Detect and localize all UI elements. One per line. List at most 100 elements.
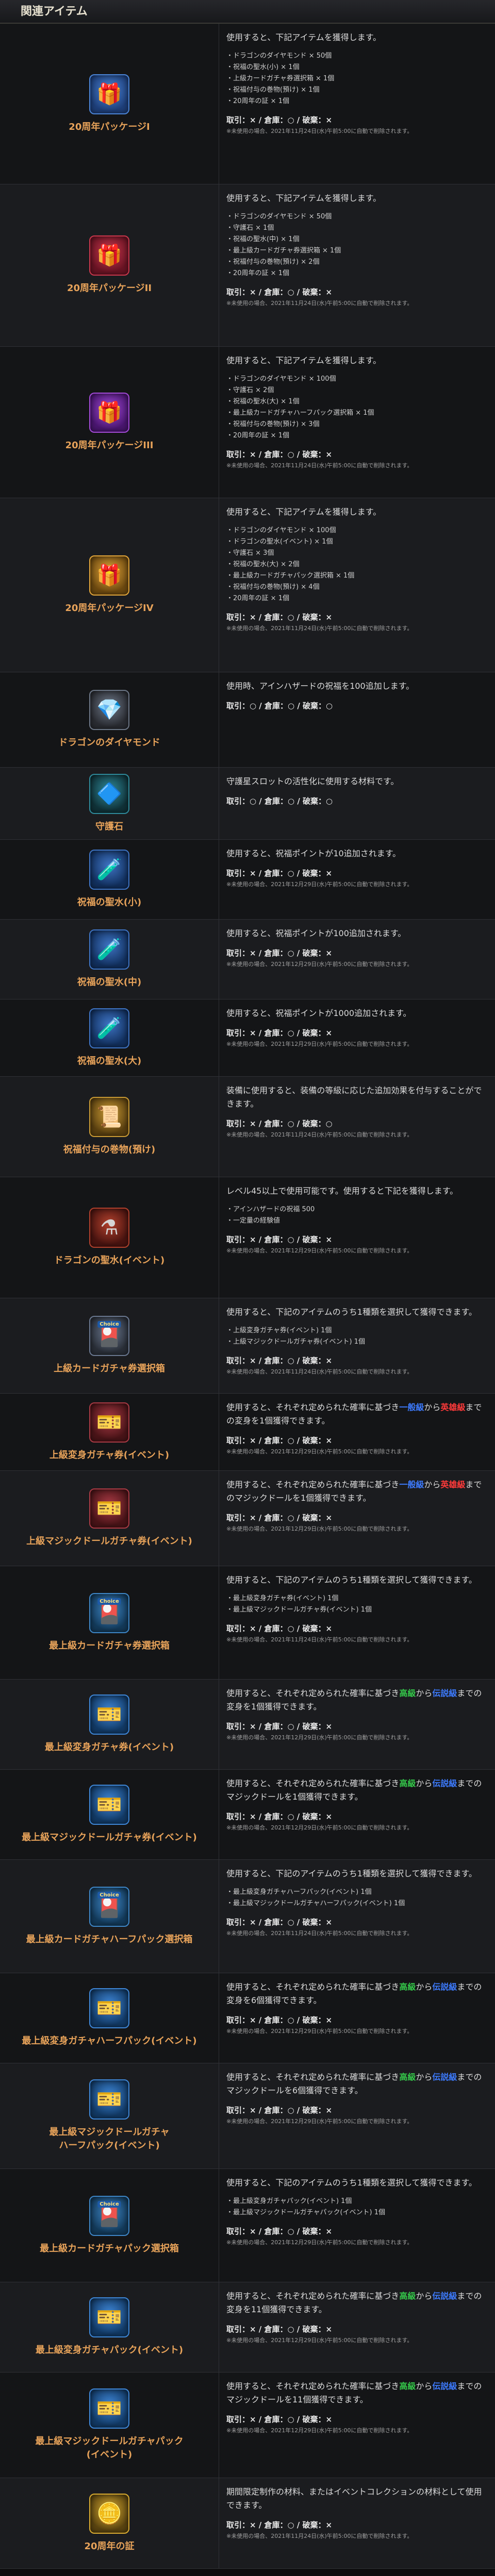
grade-highlight: 高級 <box>399 2381 416 2391</box>
grade-highlight: 英雄級 <box>440 1402 466 1412</box>
item-description: 使用すると、下記アイテムを獲得します。 <box>226 354 488 367</box>
guardian-stone-icon: 🔷 <box>89 773 129 814</box>
item-row: Choice 🎴 最上級カードガチャハーフパック選択箱 使用すると、下記のアイテムのう… <box>0 1860 495 1973</box>
item-detail-cell: 使用すると、それぞれ定められた確率に基づき高級から伝説級までのマジックドールを1… <box>219 2372 495 2478</box>
item-name: 20周年の証 <box>84 2540 135 2552</box>
item-description: 使用時、アインハザードの祝福を100追加します。 <box>226 680 488 693</box>
item-contents-list: ・ドラゴンのダイヤモンド × 50個 ・祝福の聖水(小) × 1個 ・上級カードガチ… <box>226 50 488 107</box>
item-row: 🎁 20周年パッケージII 使用すると、下記アイテムを獲得します。 ・ドラゴンのダイヤ… <box>0 184 495 347</box>
item-row: Choice 🎴 最上級カードガチャ券選択箱 使用すると、下記のアイテムのうち1種類を… <box>0 1566 495 1680</box>
item-description: 使用すると、祝福ポイントが10追加されます。 <box>226 847 488 860</box>
description-text: 使用すると、下記アイテムを獲得します。 <box>226 355 382 365</box>
dragon-holy-water-icon: ⚗ <box>89 1208 129 1248</box>
expiry-note: ※未使用の場合、2021年12月29日(水)午前5:00に自動で削除されます。 <box>226 1526 413 1532</box>
item-glyph: 🧪 <box>96 858 122 882</box>
item-detail-cell: 守護星スロットの活性化に使用する材料です。 取引：○ / 倉庫：○ / 破棄：○ <box>219 768 495 839</box>
trade-status: 取引：× / 倉庫：○ / 破棄：× <box>226 1918 333 1927</box>
trade-status: 取引：× / 倉庫：○ / 破棄：× <box>226 115 333 125</box>
item-detail-cell: 使用すると、下記アイテムを獲得します。 ・ドラゴンのダイヤモンド × 100個 ・ド… <box>219 498 495 672</box>
expiry-note: ※未使用の場合、2021年11月24日(水)午前5:00に自動で削除されます。 <box>226 1930 413 1937</box>
item-glyph: 🎴 <box>96 2204 122 2228</box>
item-glyph: 🎫 <box>96 2088 122 2111</box>
list-item: ・祝福付与の巻物(預け) × 1個 <box>226 86 320 94</box>
trade-status: 取引：× / 倉庫：○ / 破棄：× <box>226 287 333 297</box>
item-contents-list: ・ドラゴンのダイヤモンド × 100個 ・守護石 × 2個 ・祝福の聖水(大) × … <box>226 374 488 442</box>
list-item: ・20周年の証 × 1個 <box>226 269 289 277</box>
list-item: ・アインハザードの祝福 500 <box>226 1206 315 1213</box>
item-icon-cell: 🎫 最上級変身ガチャハーフパック(イベント) <box>0 1973 219 2063</box>
grade-highlight: 高級 <box>399 1688 416 1698</box>
item-description: 使用すると、下記のアイテムのうち1種類を選択して獲得できます。 <box>226 1306 488 1319</box>
top-card-gacha-select-box-icon: Choice 🎴 <box>89 1592 129 1633</box>
top-magic-doll-gacha-pack-icon: 🎫 <box>89 2388 129 2429</box>
top-transform-gacha-ticket-icon: 🎫 <box>89 1694 129 1735</box>
item-icon-cell: 🔷 守護石 <box>0 768 219 839</box>
list-item: ・20周年の証 × 1個 <box>226 97 289 105</box>
item-icon-cell: 🎁 20周年パッケージI <box>0 24 219 184</box>
item-contents-list: ・ドラゴンのダイヤモンド × 50個 ・守護石 × 1個 ・祝福の聖水(中) × 1… <box>226 211 488 279</box>
item-icon-cell: Choice 🎴 最上級カードガチャ券選択箱 <box>0 1566 219 1679</box>
item-icon-cell: 🎫 最上級変身ガチャ券(イベント) <box>0 1680 219 1769</box>
item-glyph: 🎫 <box>96 2306 122 2329</box>
item-glyph: 🎴 <box>96 1894 122 1919</box>
trade-status: 取引：× / 倉庫：○ / 破棄：× <box>226 2520 333 2530</box>
item-contents-list: ・アインハザードの祝福 500 ・一定量の経験値 <box>226 1204 488 1227</box>
description-text: から <box>416 1688 433 1698</box>
expiry-note: ※未使用の場合、2021年11月24日(水)午前5:00に自動で削除されます。 <box>226 1131 413 1138</box>
gift-box-gold-icon: 🎁 <box>89 555 129 596</box>
item-description: 使用すると、それぞれ定められた確率に基づき高級から伝説級までのマジックドールを1… <box>226 2380 488 2406</box>
list-item: ・最上級変身ガチャハーフパック(イベント) 1個 <box>226 1888 372 1896</box>
grade-highlight: 伝説級 <box>432 2381 457 2391</box>
item-row: Choice 🎴 最上級カードガチャパック選択箱 使用すると、下記のアイテムのうち1種… <box>0 2169 495 2282</box>
item-name: 20周年パッケージII <box>67 283 152 294</box>
item-row: 🪙 20周年の証 期間限定制作の材料、またはイベントコレクションの材料として使用でき… <box>0 2478 495 2569</box>
description-text: 使用すると、それぞれ定められた確率に基づき <box>226 2072 400 2082</box>
grade-highlight: 高級 <box>399 2291 416 2301</box>
trade-status: 取引：× / 倉庫：○ / 破棄：× <box>226 1812 333 1821</box>
list-item: ・ドラゴンのダイヤモンド × 50個 <box>226 52 332 60</box>
trade-status: 取引：× / 倉庫：○ / 破棄：× <box>226 2015 333 2025</box>
trade-status: 取引：× / 倉庫：○ / 破棄：× <box>226 613 333 622</box>
transform-gacha-ticket-red-icon: 🎫 <box>89 1402 129 1443</box>
item-detail-cell: 使用すると、下記のアイテムのうち1種類を選択して獲得できます。 ・上級変身ガチャ券… <box>219 1298 495 1393</box>
list-item: ・最上級マジックドールガチャ券(イベント) 1個 <box>226 1606 372 1614</box>
expiry-note: ※未使用の場合、2021年12月29日(水)午前5:00に自動で削除されます。 <box>226 881 413 888</box>
top-card-gacha-half-pack-select-box-icon: Choice 🎴 <box>89 1886 129 1927</box>
description-text: 使用すると、下記のアイテムのうち1種類を選択して獲得できます。 <box>226 2178 477 2188</box>
description-text: 使用すると、それぞれ定められた確率に基づき <box>226 1982 400 1992</box>
item-detail-cell: 使用すると、下記アイテムを獲得します。・ドラゴンのダイヤモンド × 100個 ・守… <box>219 347 495 498</box>
grade-highlight: 伝説級 <box>432 1778 457 1788</box>
item-row: 🎫 上級変身ガチャ券(イベント) 使用すると、それぞれ定められた確率に基づき一般級か… <box>0 1394 495 1471</box>
description-text: 使用すると、下記のアイテムのうち1種類を選択して獲得できます。 <box>226 1575 477 1585</box>
item-detail-cell: 使用すると、祝福ポイントが10追加されます。 取引：× / 倉庫：○ / 破棄：×… <box>219 840 495 919</box>
item-icon-cell: 🎁 20周年パッケージIV <box>0 498 219 672</box>
item-detail-cell: 装備に使用すると、装備の等級に応じた追加効果を付与することができます。 取引：× … <box>219 1077 495 1177</box>
item-icon-cell: 📜 祝福付与の巻物(預け) <box>0 1077 219 1177</box>
description-text: 使用すると、それぞれ定められた確率に基づき <box>226 1778 400 1788</box>
trade-status: 取引：× / 倉庫：○ / 破棄：× <box>226 1722 333 1731</box>
list-item: ・20周年の証 × 1個 <box>226 432 289 439</box>
description-text: レベル45以上で使用可能です。使用すると下記を獲得します。 <box>226 1186 458 1196</box>
description-text: 使用すると、祝福ポイントが100追加されます。 <box>226 928 406 938</box>
item-row: 🎫 最上級マジックドールガチャ券(イベント) 使用すると、それぞれ定められた確率に基… <box>0 1770 495 1860</box>
list-item: ・最上級カードガチャパック選択箱 × 1個 <box>226 572 355 580</box>
20th-anniversary-coin-icon: 🪙 <box>89 2493 129 2534</box>
description-text: 使用すると、下記アイテムを獲得します。 <box>226 32 382 42</box>
item-description: 使用すると、それぞれ定められた確率に基づき一般級から英雄級までのマジックドールを… <box>226 1478 488 1505</box>
item-icon-cell: 🪙 20周年の証 <box>0 2478 219 2568</box>
description-text: 装備に使用すると、装備の等級に応じた追加効果を付与することができます。 <box>226 1086 482 1109</box>
description-text: 使用時、アインハザードの祝福を100追加します。 <box>226 681 415 691</box>
expiry-note: ※未使用の場合、2021年12月29日(水)午前5:00に自動で削除されます。 <box>226 2239 413 2246</box>
list-item: ・上級マジックドールガチャ券(イベント) 1個 <box>226 1338 366 1346</box>
trade-status: 取引：× / 倉庫：○ / 破棄：× <box>226 2325 333 2334</box>
item-name: 祝福の聖水(大) <box>77 1055 142 1066</box>
holy-water-large-icon: 🧪 <box>89 1008 129 1048</box>
list-item: ・ドラゴンのダイヤモンド × 50個 <box>226 213 332 221</box>
item-contents-list: ・最上級変身ガチャ券(イベント) 1個 ・最上級マジックドールガチャ券(イベント)… <box>226 1593 488 1616</box>
trade-status: 取引：× / 倉庫：○ / 破棄：× <box>226 1513 333 1522</box>
item-glyph: 🎴 <box>96 1324 122 1348</box>
item-glyph: 🧪 <box>96 938 122 961</box>
trade-status: 取引：× / 倉庫：○ / 破棄：× <box>226 1436 333 1445</box>
item-description: 使用すると、それぞれ定められた確率に基づき高級から伝説級までの変身を11個獲得で… <box>226 2290 488 2316</box>
item-detail-cell: 使用すると、下記のアイテムのうち1種類を選択して獲得できます。 ・最上級変身ガチャ… <box>219 1860 495 1973</box>
